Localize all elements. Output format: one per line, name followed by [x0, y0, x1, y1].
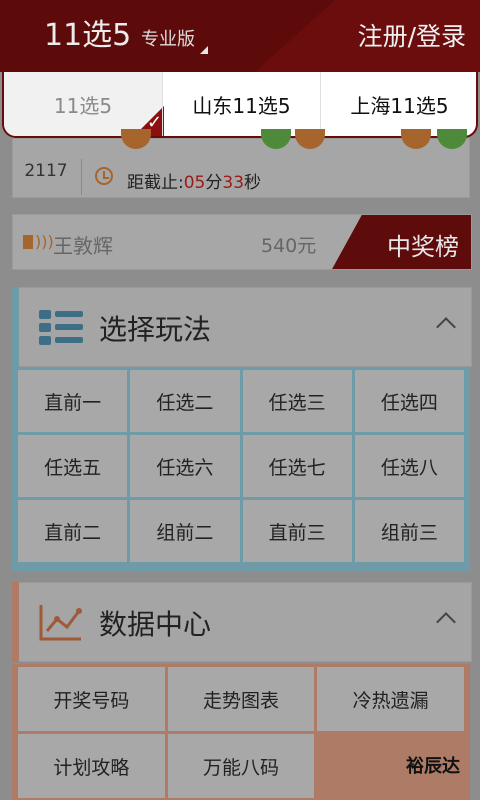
- data-center-button[interactable]: 万能八码: [167, 734, 315, 798]
- winners-list-label[interactable]: 中奖榜: [387, 227, 459, 262]
- speaker-icon: [23, 235, 33, 249]
- winner-amount: 540元: [261, 235, 317, 257]
- number-ball: [121, 129, 151, 149]
- issue-number: 2117: [24, 161, 68, 181]
- number-ball: [437, 129, 467, 149]
- number-ball: [295, 129, 325, 149]
- divider: [81, 159, 82, 195]
- edition-label[interactable]: 专业版: [141, 28, 195, 52]
- play-section-header[interactable]: 选择玩法: [12, 287, 472, 367]
- data-center-grid: 开奖号码 走势图表 冷热遗漏 计划攻略 万能八码: [12, 664, 470, 800]
- chart-icon: [39, 605, 82, 641]
- speaker-wave-icon: ))): [35, 232, 54, 251]
- number-ball: [261, 129, 291, 149]
- data-center-button[interactable]: 冷热遗漏: [317, 667, 464, 731]
- app-title[interactable]: 11选5: [44, 18, 131, 54]
- section-title: 数据中心: [99, 608, 212, 641]
- watermark: 裕辰达: [406, 756, 460, 777]
- login-register-button[interactable]: 注册/登录: [358, 20, 466, 54]
- data-center-button[interactable]: 计划攻略: [18, 734, 165, 798]
- header-diagonal: [255, 0, 335, 72]
- play-type-button[interactable]: 直前一: [18, 370, 128, 432]
- tab-label: 上海11选5: [350, 93, 449, 118]
- section-title: 选择玩法: [99, 313, 212, 346]
- tab-shanghai-11x5[interactable]: 上海11选5: [320, 72, 476, 136]
- play-type-button[interactable]: 组前三: [354, 500, 464, 562]
- app-header: 11选5 专业版 注册/登录: [0, 0, 480, 72]
- winner-name: 王敦辉: [53, 234, 113, 258]
- data-section-header[interactable]: 数据中心: [12, 582, 472, 662]
- collapse-chevron-icon[interactable]: [436, 317, 456, 337]
- countdown-text: 距截止:05分33秒: [127, 168, 261, 193]
- seconds-unit: 秒: [244, 173, 262, 193]
- clock-icon: [95, 167, 113, 185]
- play-type-button[interactable]: 任选二: [130, 370, 240, 432]
- data-center-button[interactable]: 开奖号码: [18, 667, 165, 731]
- tab-label: 山东11选5: [192, 93, 291, 118]
- tab-shandong-11x5[interactable]: 山东11选5: [162, 72, 320, 136]
- play-type-button[interactable]: 任选七: [242, 435, 352, 497]
- collapse-chevron-icon[interactable]: [436, 612, 456, 632]
- data-center-button[interactable]: 走势图表: [167, 667, 315, 731]
- play-type-button[interactable]: 直前三: [242, 500, 352, 562]
- play-type-grid: 直前一 任选二 任选三 任选四 任选五 任选六 任选七 任选八 直前二 组前二 …: [12, 367, 470, 571]
- number-ball: [401, 129, 431, 149]
- countdown-seconds: 33: [222, 173, 245, 193]
- minutes-unit: 分: [205, 173, 223, 193]
- play-type-button[interactable]: 任选八: [354, 435, 464, 497]
- tab-label: 11选5: [53, 93, 113, 118]
- play-type-button[interactable]: 任选六: [130, 435, 240, 497]
- play-type-button[interactable]: 任选五: [18, 435, 128, 497]
- section-stripe: [12, 287, 19, 367]
- play-type-button[interactable]: 任选四: [354, 370, 464, 432]
- countdown-prefix: 距截止:: [127, 173, 184, 193]
- list-icon: [39, 310, 83, 346]
- dropdown-corner-icon[interactable]: [200, 46, 208, 54]
- section-stripe: [12, 582, 19, 662]
- winner-ticker[interactable]: ))) 王敦辉 540元 中奖榜: [12, 214, 472, 270]
- play-type-button[interactable]: 任选三: [242, 370, 352, 432]
- play-type-button[interactable]: 组前二: [130, 500, 240, 562]
- current-issue-card[interactable]: 2117 距截止:05分33秒: [12, 129, 470, 198]
- play-type-button[interactable]: 直前二: [18, 500, 128, 562]
- countdown-minutes: 05: [183, 173, 206, 193]
